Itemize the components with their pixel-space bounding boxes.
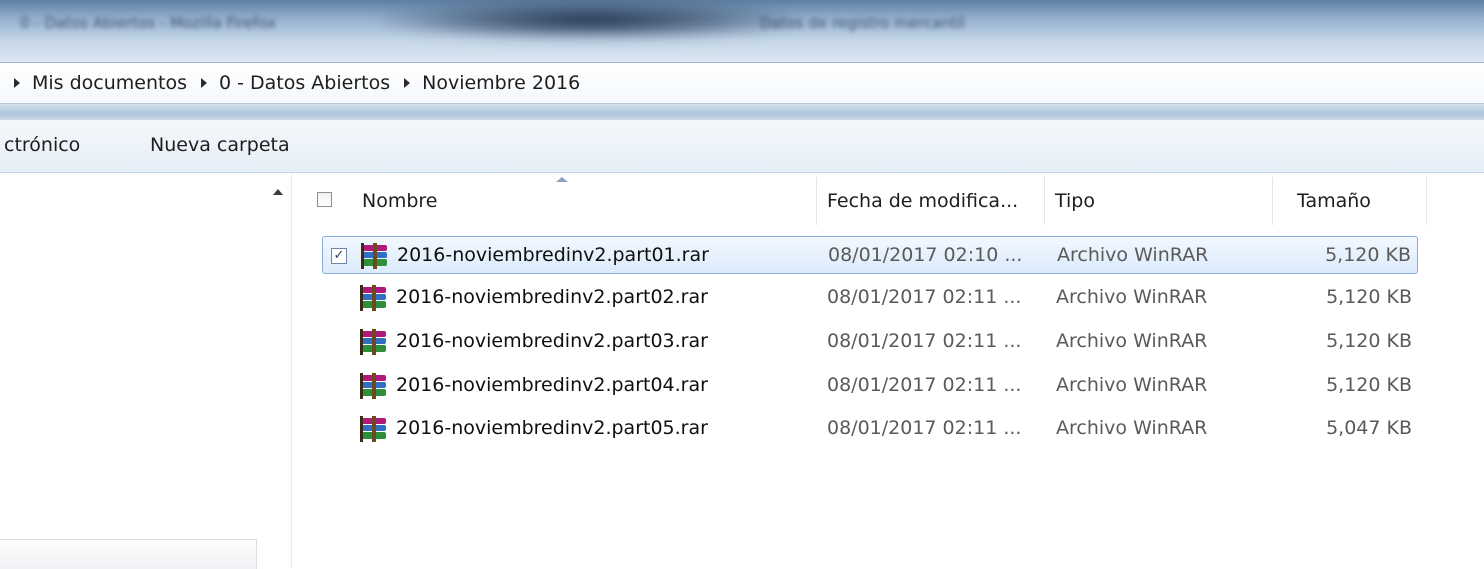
row-checkbox[interactable]: ✓	[331, 248, 347, 264]
window-secondary-title: Datos de registro mercantil	[760, 14, 965, 32]
column-header-name-label: Nombre	[362, 190, 438, 212]
column-header-type-label: Tipo	[1055, 190, 1095, 212]
breadcrumb-noviembre-2016[interactable]: Noviembre 2016	[390, 72, 580, 94]
breadcrumb-arrow-icon[interactable]	[404, 78, 411, 88]
column-header-date[interactable]: Fecha de modifica...	[827, 173, 1018, 229]
breadcrumb-mis-documentos[interactable]: Mis documentos	[0, 72, 187, 94]
file-name: 2016-noviembredinv2.part02.rar	[396, 286, 708, 308]
file-date: 08/01/2017 02:11 ...	[827, 374, 1022, 396]
column-headers: Nombre Fecha de modifica... Tipo Tamaño	[292, 173, 1484, 229]
file-row[interactable]: 2016-noviembredinv2.part05.rar 08/01/201…	[322, 410, 1418, 448]
column-header-size[interactable]: Tamaño	[1297, 173, 1371, 229]
file-name: 2016-noviembredinv2.part04.rar	[396, 374, 708, 396]
winrar-archive-icon	[360, 416, 386, 442]
window-title-bar[interactable]: 0 - Datos Abiertos - Mozilla Firefox Dat…	[0, 0, 1484, 62]
breadcrumb-arrow-icon[interactable]	[201, 78, 207, 88]
sort-ascending-icon	[556, 177, 568, 182]
file-type: Archivo WinRAR	[1056, 330, 1208, 352]
title-bar-glow	[380, 0, 800, 40]
column-divider[interactable]	[816, 177, 817, 225]
breadcrumb-label[interactable]: 0 - Datos Abiertos	[219, 72, 390, 94]
navigation-pane[interactable]	[0, 173, 265, 569]
column-divider[interactable]	[1272, 177, 1273, 225]
file-name: 2016-noviembredinv2.part05.rar	[396, 417, 708, 439]
file-size: 5,120 KB	[1326, 374, 1412, 396]
file-row[interactable]: ✓ 2016-noviembredinv2.part01.rar 08/01/2…	[322, 236, 1418, 274]
file-row[interactable]: 2016-noviembredinv2.part03.rar 08/01/201…	[322, 323, 1418, 361]
window-title: 0 - Datos Abiertos - Mozilla Firefox	[20, 14, 277, 32]
breadcrumb-label[interactable]: Mis documentos	[32, 72, 187, 94]
column-divider[interactable]	[1426, 177, 1427, 225]
breadcrumb-datos-abiertos[interactable]: 0 - Datos Abiertos	[187, 72, 390, 94]
address-bar[interactable]: Mis documentos 0 - Datos Abiertos Noviem…	[0, 62, 1484, 104]
file-row[interactable]: 2016-noviembredinv2.part04.rar 08/01/201…	[322, 367, 1418, 405]
file-size: 5,120 KB	[1326, 330, 1412, 352]
file-type: Archivo WinRAR	[1056, 286, 1208, 308]
column-header-date-label: Fecha de modifica...	[827, 190, 1019, 212]
file-row[interactable]: 2016-noviembredinv2.part02.rar 08/01/201…	[322, 279, 1418, 317]
toolbar-email-button[interactable]: ctrónico	[4, 134, 80, 156]
breadcrumb-label[interactable]: Noviembre 2016	[422, 72, 580, 94]
winrar-archive-icon	[360, 285, 386, 311]
column-header-name[interactable]: Nombre	[362, 173, 438, 229]
file-name: 2016-noviembredinv2.part03.rar	[396, 330, 708, 352]
command-toolbar: ctrónico Nueva carpeta	[0, 120, 1484, 173]
file-size: 5,120 KB	[1325, 244, 1411, 266]
toolbar-new-folder-button[interactable]: Nueva carpeta	[150, 134, 290, 156]
file-type: Archivo WinRAR	[1057, 244, 1209, 266]
column-header-type[interactable]: Tipo	[1055, 173, 1095, 229]
column-divider[interactable]	[1044, 177, 1045, 225]
file-date: 08/01/2017 02:11 ...	[827, 330, 1022, 352]
scroll-up-arrow-icon[interactable]	[273, 189, 283, 195]
file-size: 5,120 KB	[1326, 286, 1412, 308]
file-date: 08/01/2017 02:10 ...	[828, 244, 1023, 266]
file-type: Archivo WinRAR	[1056, 417, 1208, 439]
address-bar-separator	[0, 104, 1484, 120]
breadcrumb-arrow-icon[interactable]	[14, 78, 20, 88]
file-size: 5,047 KB	[1326, 417, 1412, 439]
file-name: 2016-noviembredinv2.part01.rar	[397, 244, 709, 266]
file-date: 08/01/2017 02:11 ...	[827, 286, 1022, 308]
file-date: 08/01/2017 02:11 ...	[827, 417, 1022, 439]
winrar-archive-icon	[360, 373, 386, 399]
winrar-archive-icon	[360, 329, 386, 355]
winrar-archive-icon	[361, 243, 387, 269]
select-all-checkbox[interactable]	[317, 192, 332, 207]
column-header-size-label: Tamaño	[1297, 190, 1371, 212]
file-type: Archivo WinRAR	[1056, 374, 1208, 396]
navigation-pane-scrollbar[interactable]	[265, 173, 292, 568]
navigation-pane-item[interactable]	[0, 539, 257, 569]
